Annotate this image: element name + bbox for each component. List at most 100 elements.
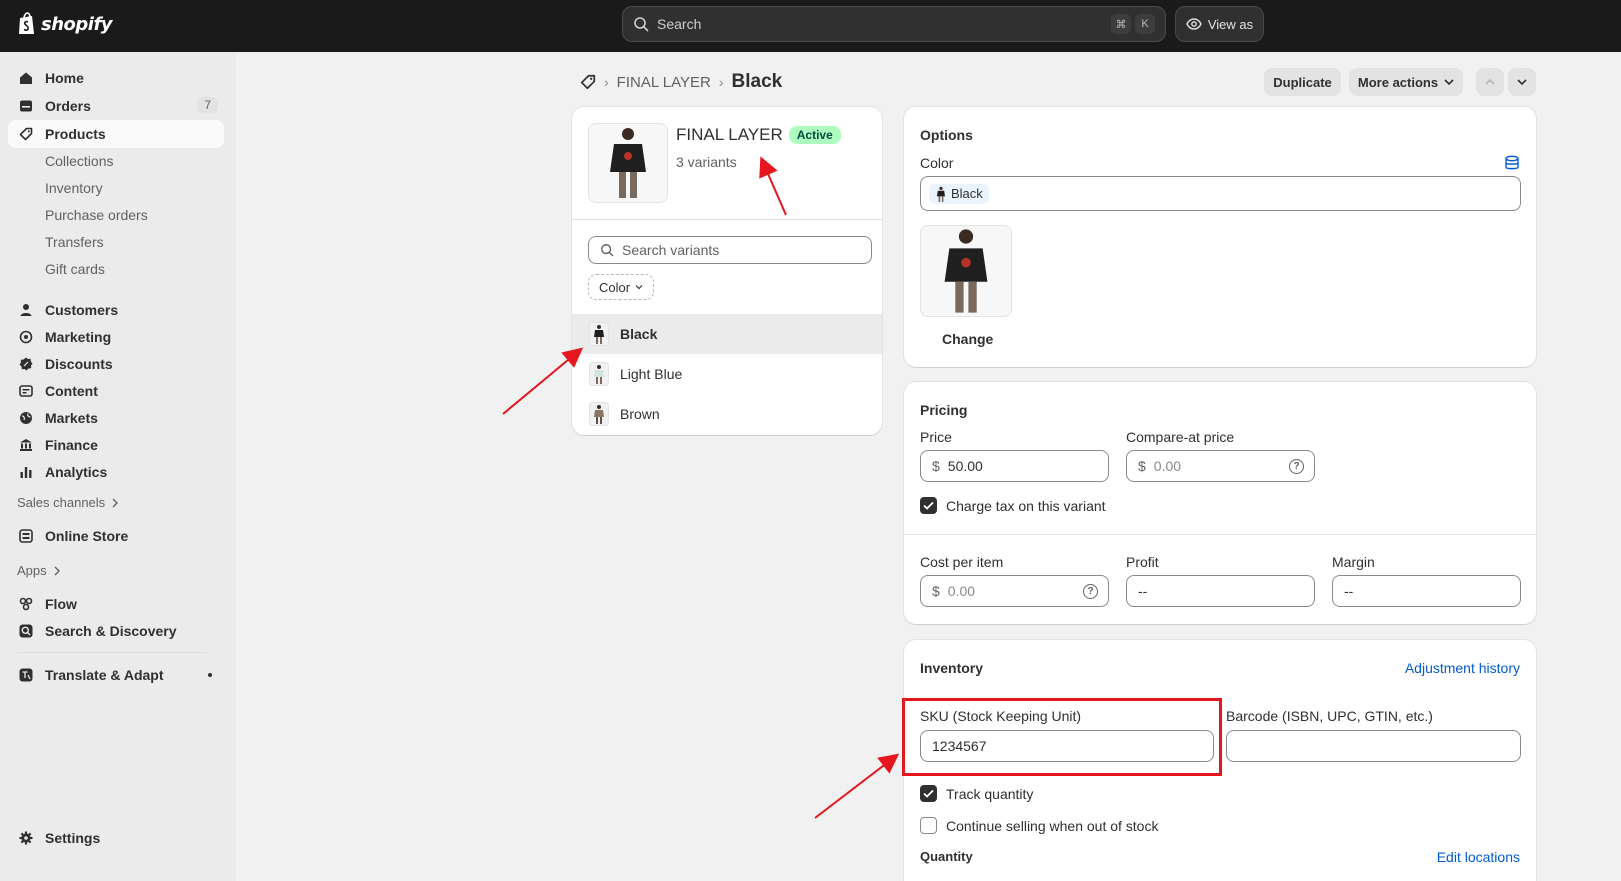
color-option-label: Color	[920, 155, 954, 171]
global-search[interactable]: Search ⌘ K	[622, 6, 1166, 42]
next-variant-button[interactable]	[1508, 68, 1536, 96]
sidebar-item-label: Search & Discovery	[45, 623, 177, 639]
change-image-button[interactable]: Change	[942, 331, 993, 347]
breadcrumb-separator: ›	[718, 74, 724, 90]
sidebar-item-finance[interactable]: Finance	[8, 431, 224, 459]
sidebar-item-products[interactable]: Products	[8, 120, 224, 148]
content-icon	[18, 383, 34, 399]
help-icon[interactable]: ?	[1083, 584, 1098, 599]
variant-row-light-blue[interactable]: Light Blue	[572, 354, 882, 394]
charge-tax-label: Charge tax on this variant	[946, 497, 1106, 514]
options-card: Options Color Black Change	[904, 107, 1536, 367]
shopify-logo[interactable]: shopify	[17, 12, 113, 36]
compare-at-placeholder: 0.00	[1153, 458, 1182, 474]
cost-per-item-label: Cost per item	[920, 554, 1004, 570]
sidebar-item-discounts[interactable]: Discounts	[8, 350, 224, 378]
compare-at-price-input[interactable]: $ 0.00 ?	[1126, 450, 1315, 482]
sidebar-subitem-gift-cards[interactable]: Gift cards	[45, 261, 105, 277]
sidebar-item-home[interactable]: Home	[8, 64, 224, 92]
sidebar-subitem-collections[interactable]: Collections	[45, 153, 113, 169]
apps-heading[interactable]: Apps	[17, 563, 61, 578]
variant-label: Brown	[620, 406, 660, 422]
edit-locations-link[interactable]: Edit locations	[1437, 849, 1520, 865]
variant-count: 3 variants	[676, 154, 737, 170]
database-icon[interactable]	[1504, 155, 1520, 171]
search-variants-placeholder: Search variants	[622, 242, 720, 258]
barcode-label: Barcode (ISBN, UPC, GTIN, etc.)	[1226, 708, 1433, 724]
bank-icon	[18, 437, 34, 453]
product-thumbnail[interactable]	[588, 123, 668, 203]
continue-selling-label: Continue selling when out of stock	[946, 817, 1159, 834]
margin-value: --	[1344, 583, 1354, 599]
margin-field: --	[1332, 575, 1521, 607]
sidebar-item-label: Products	[45, 126, 106, 142]
chevron-down-icon	[1444, 79, 1454, 86]
sidebar-subitem-inventory[interactable]: Inventory	[45, 180, 103, 196]
help-icon[interactable]: ?	[1289, 459, 1304, 474]
chevron-down-icon	[635, 285, 643, 290]
variant-thumbnail	[589, 322, 609, 346]
tshirt-model-image	[610, 128, 646, 198]
sidebar-item-orders[interactable]: Orders 7	[8, 92, 224, 120]
sidebar-item-online-store[interactable]: Online Store	[8, 522, 224, 550]
translate-icon	[18, 667, 34, 683]
more-actions-button[interactable]: More actions	[1349, 68, 1463, 96]
inventory-title: Inventory	[920, 660, 984, 676]
duplicate-button[interactable]: Duplicate	[1264, 68, 1341, 96]
brand-wordmark: shopify	[41, 13, 113, 35]
sidebar-subitem-transfers[interactable]: Transfers	[45, 234, 104, 250]
sidebar-item-analytics[interactable]: Analytics	[8, 458, 224, 486]
search-placeholder: Search	[657, 16, 702, 32]
orders-count-badge: 7	[197, 97, 218, 113]
search-discovery-icon	[18, 623, 34, 639]
store-icon	[18, 528, 34, 544]
barcode-input[interactable]	[1226, 730, 1521, 762]
page-title: Black	[731, 71, 783, 92]
sidebar-item-label: Finance	[45, 437, 98, 453]
chevron-right-icon	[112, 498, 119, 507]
card-divider	[904, 534, 1536, 535]
chart-icon	[18, 464, 34, 480]
sidebar-item-marketing[interactable]: Marketing	[8, 323, 224, 351]
apps-label: Apps	[17, 563, 47, 578]
color-filter-label: Color	[599, 279, 631, 295]
breadcrumb: › FINAL LAYER › Black	[580, 70, 782, 94]
tag-icon[interactable]	[580, 74, 596, 90]
previous-variant-button[interactable]	[1476, 68, 1504, 96]
view-as-button[interactable]: View as	[1175, 6, 1264, 42]
variant-thumbnail	[589, 362, 609, 386]
variant-row-brown[interactable]: Brown	[572, 394, 882, 434]
color-option-field[interactable]: Black	[920, 176, 1521, 211]
sidebar-item-label: Analytics	[45, 464, 108, 480]
sidebar-item-settings[interactable]: Settings	[8, 824, 224, 852]
color-value-chip[interactable]: Black	[929, 183, 989, 204]
sidebar-subitem-purchase-orders[interactable]: Purchase orders	[45, 207, 148, 223]
track-quantity-checkbox[interactable]: Track quantity	[920, 785, 1033, 802]
product-title[interactable]: FINAL LAYER	[676, 125, 783, 145]
status-badge: Active	[788, 126, 841, 144]
sales-channels-heading[interactable]: Sales channels	[17, 495, 119, 510]
product-variants-card: FINAL LAYER Active 3 variants Search var…	[572, 107, 882, 435]
continue-selling-checkbox[interactable]: Continue selling when out of stock	[920, 817, 1158, 834]
orders-icon	[18, 98, 34, 114]
sidebar-item-search-discovery[interactable]: Search & Discovery	[8, 617, 224, 645]
sidebar-item-translate-adapt[interactable]: Translate & Adapt	[8, 661, 224, 689]
adjustment-history-link[interactable]: Adjustment history	[1405, 660, 1520, 676]
variant-label: Light Blue	[620, 366, 683, 382]
sidebar-item-customers[interactable]: Customers	[8, 296, 224, 324]
sidebar-item-flow[interactable]: Flow	[8, 590, 224, 618]
variant-image[interactable]	[920, 225, 1012, 317]
price-input[interactable]: $ 50.00	[920, 450, 1109, 482]
charge-tax-checkbox[interactable]: Charge tax on this variant	[920, 497, 1106, 514]
color-filter-button[interactable]: Color	[588, 274, 655, 300]
variant-row-black[interactable]: Black	[572, 314, 882, 354]
search-variants-input[interactable]: Search variants	[588, 236, 872, 264]
variant-thumbnail	[589, 402, 609, 426]
cost-per-item-input[interactable]: $ 0.00 ?	[920, 575, 1109, 607]
sidebar-item-content[interactable]: Content	[8, 377, 224, 405]
target-icon	[18, 329, 34, 345]
sidebar-item-markets[interactable]: Markets	[8, 404, 224, 432]
cost-placeholder: 0.00	[947, 583, 976, 599]
view-as-label: View as	[1207, 16, 1254, 32]
breadcrumb-product-link[interactable]: FINAL LAYER	[617, 74, 711, 91]
